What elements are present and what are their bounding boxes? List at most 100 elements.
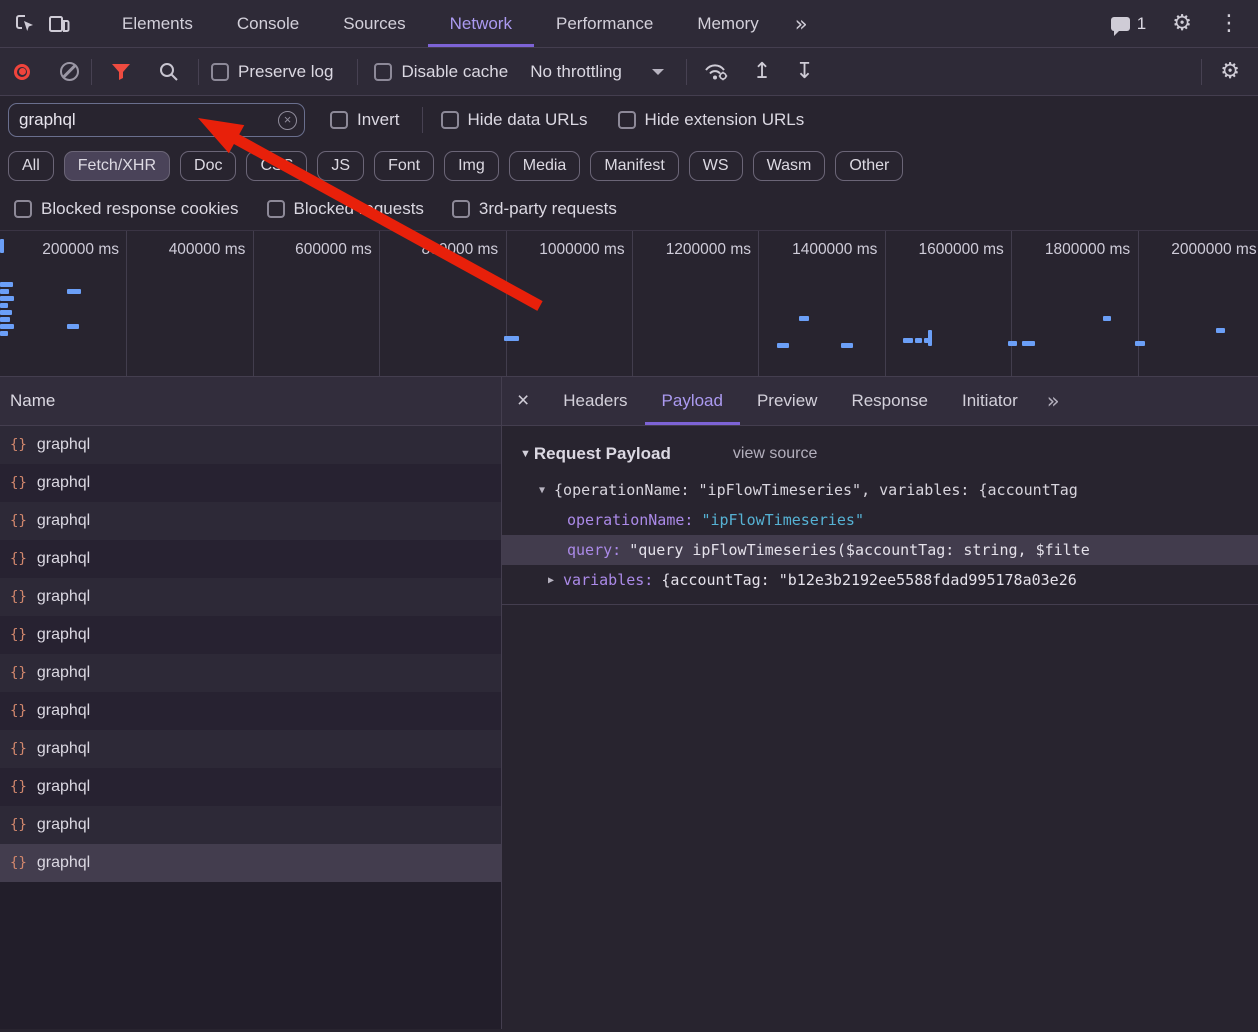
settings-gear-icon[interactable]: ⚙ bbox=[1172, 11, 1192, 36]
clear-filter-icon[interactable]: × bbox=[278, 111, 297, 130]
tab-console[interactable]: Console bbox=[215, 0, 321, 47]
payload-row-variables[interactable]: ▶ variables: {accountTag: "b12e3b2192ee5… bbox=[502, 565, 1258, 595]
filter-chip-other[interactable]: Other bbox=[835, 151, 903, 181]
clear-network-log-icon[interactable] bbox=[60, 62, 79, 81]
filter-chip-media[interactable]: Media bbox=[509, 151, 581, 181]
disable-cache-checkbox[interactable] bbox=[374, 63, 392, 81]
timeline-label: 1800000 ms bbox=[1011, 241, 1138, 259]
payload-summary-text: {operationName: "ipFlowTimeseries", vari… bbox=[554, 481, 1078, 499]
invert-checkbox[interactable] bbox=[330, 111, 348, 129]
payload-pane: ▼ Request Payload view source ▼ {operati… bbox=[502, 426, 1258, 605]
request-row[interactable]: {}graphql bbox=[0, 464, 501, 502]
filter-chip-wasm[interactable]: Wasm bbox=[753, 151, 826, 181]
waterfall-mark bbox=[67, 324, 79, 329]
request-row[interactable]: {}graphql bbox=[0, 502, 501, 540]
filter-chip-img[interactable]: Img bbox=[444, 151, 499, 181]
option-label-blocked-requests: Blocked requests bbox=[294, 199, 424, 219]
request-row[interactable]: {}graphql bbox=[0, 692, 501, 730]
filter-input[interactable] bbox=[8, 103, 305, 137]
hide-extension-urls-option: Hide extension URLs bbox=[618, 110, 805, 130]
record-network-log-icon[interactable] bbox=[14, 64, 30, 80]
request-row[interactable]: {}graphql bbox=[0, 806, 501, 844]
collapse-triangle-icon[interactable]: ▼ bbox=[520, 448, 531, 460]
network-conditions-icon[interactable] bbox=[699, 55, 733, 89]
devtools-tabbar: ElementsConsoleSourcesNetworkPerformance… bbox=[0, 0, 1258, 48]
payload-divider bbox=[502, 604, 1258, 605]
hide-data-urls-checkbox[interactable] bbox=[441, 111, 459, 129]
payload-row-operation-name[interactable]: operationName: "ipFlowTimeseries" bbox=[502, 505, 1258, 535]
detail-tab-headers[interactable]: Headers bbox=[546, 377, 644, 425]
request-row[interactable]: {}graphql bbox=[0, 540, 501, 578]
json-braces-icon: {} bbox=[10, 589, 27, 605]
timeline-gridline bbox=[506, 231, 507, 376]
overflow-menu-icon[interactable]: ⋮ bbox=[1218, 11, 1240, 36]
divider bbox=[1201, 59, 1202, 85]
filter-chip-font[interactable]: Font bbox=[374, 151, 434, 181]
issues-indicator[interactable]: 1 bbox=[1111, 14, 1146, 34]
view-source-link[interactable]: view source bbox=[733, 445, 817, 463]
collapse-triangle-icon[interactable]: ▼ bbox=[539, 485, 545, 496]
more-tabs-icon[interactable]: » bbox=[781, 0, 822, 47]
filter-chip-all[interactable]: All bbox=[8, 151, 54, 181]
tab-network[interactable]: Network bbox=[428, 0, 534, 47]
divider bbox=[686, 59, 687, 85]
throttling-select[interactable]: No throttling bbox=[530, 62, 664, 82]
option-checkbox-3rd-party-requests[interactable] bbox=[452, 200, 470, 218]
timeline-gridline bbox=[632, 231, 633, 376]
hide-data-urls-label: Hide data URLs bbox=[468, 110, 588, 130]
tab-performance[interactable]: Performance bbox=[534, 0, 675, 47]
waterfall-mark bbox=[903, 338, 913, 343]
device-toolbar-icon[interactable] bbox=[42, 7, 76, 41]
payload-row-query[interactable]: query: "query ipFlowTimeseries($accountT… bbox=[502, 535, 1258, 565]
json-braces-icon: {} bbox=[10, 703, 27, 719]
close-details-icon[interactable]: × bbox=[502, 377, 546, 425]
filter-chip-fetch-xhr[interactable]: Fetch/XHR bbox=[64, 151, 170, 181]
waterfall-mark bbox=[841, 343, 853, 348]
search-icon[interactable] bbox=[152, 55, 186, 89]
filter-chip-manifest[interactable]: Manifest bbox=[590, 151, 678, 181]
tab-elements[interactable]: Elements bbox=[100, 0, 215, 47]
hide-extension-urls-checkbox[interactable] bbox=[618, 111, 636, 129]
request-list-header[interactable]: Name bbox=[0, 377, 501, 426]
timeline-gridline bbox=[1011, 231, 1012, 376]
request-row[interactable]: {}graphql bbox=[0, 616, 501, 654]
timeline-label: 2000000 ms bbox=[1138, 241, 1258, 259]
export-har-icon[interactable]: ↧ bbox=[795, 59, 813, 84]
network-settings-gear-icon[interactable]: ⚙ bbox=[1220, 59, 1240, 84]
request-row[interactable]: {}graphql bbox=[0, 768, 501, 806]
inspect-element-icon[interactable] bbox=[8, 7, 42, 41]
expand-triangle-icon[interactable]: ▶ bbox=[548, 575, 554, 586]
timeline-overview[interactable]: 200000 ms400000 ms600000 ms800000 ms1000… bbox=[0, 230, 1258, 377]
request-row[interactable]: {}graphql bbox=[0, 578, 501, 616]
filter-funnel-icon[interactable] bbox=[104, 55, 138, 89]
request-row[interactable]: {}graphql bbox=[0, 654, 501, 692]
payload-summary-row[interactable]: ▼ {operationName: "ipFlowTimeseries", va… bbox=[502, 475, 1258, 505]
divider bbox=[357, 59, 358, 85]
import-har-icon[interactable]: ↥ bbox=[753, 59, 771, 84]
preserve-log-checkbox[interactable] bbox=[211, 63, 229, 81]
filter-chip-js[interactable]: JS bbox=[317, 151, 364, 181]
tab-memory[interactable]: Memory bbox=[675, 0, 780, 47]
detail-tab-initiator[interactable]: Initiator bbox=[945, 377, 1035, 425]
divider bbox=[422, 107, 423, 133]
filter-chip-css[interactable]: CSS bbox=[246, 151, 307, 181]
detail-tab-preview[interactable]: Preview bbox=[740, 377, 834, 425]
timeline-label: 600000 ms bbox=[253, 241, 380, 259]
detail-tab-payload[interactable]: Payload bbox=[645, 377, 740, 425]
json-braces-icon: {} bbox=[10, 437, 27, 453]
option-checkbox-blocked-requests[interactable] bbox=[267, 200, 285, 218]
request-row[interactable]: {}graphql bbox=[0, 730, 501, 768]
timeline-label: 1600000 ms bbox=[885, 241, 1012, 259]
filter-chip-ws[interactable]: WS bbox=[689, 151, 743, 181]
request-name: graphql bbox=[37, 436, 90, 454]
tab-sources[interactable]: Sources bbox=[321, 0, 427, 47]
request-row[interactable]: {}graphql bbox=[0, 844, 501, 882]
detail-tab-response[interactable]: Response bbox=[834, 377, 945, 425]
waterfall-mark bbox=[1022, 341, 1035, 346]
request-row[interactable]: {} graphql bbox=[0, 426, 501, 464]
filter-chip-doc[interactable]: Doc bbox=[180, 151, 236, 181]
timeline-gridline bbox=[126, 231, 127, 376]
network-toolbar: Preserve log Disable cache No throttling… bbox=[0, 48, 1258, 96]
more-detail-tabs-icon[interactable]: » bbox=[1035, 377, 1072, 425]
option-checkbox-blocked-response-cookies[interactable] bbox=[14, 200, 32, 218]
